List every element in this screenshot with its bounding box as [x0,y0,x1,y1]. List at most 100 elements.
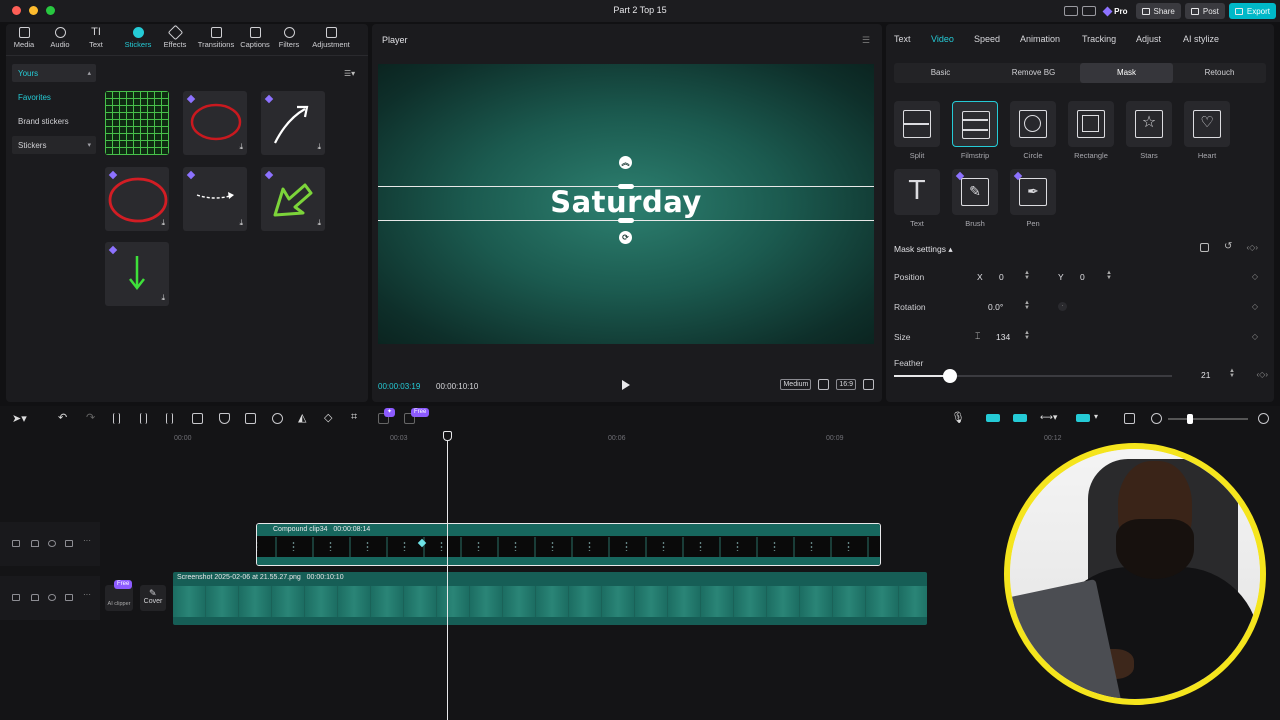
tab-video[interactable]: Video [931,34,954,44]
rotate-icon[interactable]: ◇ [324,411,332,424]
more-icon[interactable]: ··· [83,536,91,545]
post-button[interactable]: Post [1184,3,1225,19]
sticker-green-grid[interactable] [105,91,169,155]
cover-button[interactable]: ✎ Cover [140,585,166,611]
speaker-icon[interactable] [65,594,73,601]
size-value-input[interactable]: 134 [996,332,1010,342]
freeze-icon[interactable] [245,413,256,424]
reset-icon[interactable]: ↺ [1224,241,1232,252]
download-icon[interactable]: ⤓ [161,293,165,303]
size-keyframe-icon[interactable]: ◇ [1252,332,1258,341]
mask-settings-title[interactable]: Mask settings ▴ [894,244,953,255]
preview-canvas[interactable]: Saturday ︽ ⟳ [378,64,874,344]
linkage-icon[interactable] [1013,414,1027,422]
fit-timeline-icon[interactable] [1124,413,1135,424]
mask-pen[interactable]: ✒ Pen [1010,169,1056,228]
sticker-green-arrow[interactable]: ⤓ [261,167,325,231]
subtab-basic[interactable]: Basic [894,63,987,83]
mask-feather-handle-icon[interactable]: ︽ [619,156,632,169]
magnet-snap-icon[interactable] [986,414,1000,422]
download-icon[interactable]: ⤓ [161,218,165,228]
player-menu-icon[interactable]: ☰ [862,35,870,46]
lock-icon[interactable] [31,540,39,547]
sort-filter-icon[interactable]: ☰▾ [344,69,355,78]
tab-tracking[interactable]: Tracking [1082,34,1116,44]
tab-text[interactable]: TI Text [78,27,114,50]
split-left-icon[interactable] [140,413,147,424]
mask-split[interactable]: Split [894,101,940,160]
sticker-red-circle-2[interactable]: ⤓ [105,167,169,231]
ratio-button[interactable]: 16:9 [836,379,856,390]
tab-adjustment[interactable]: Adjustment [306,27,356,49]
track-mode-icon[interactable] [1076,414,1090,422]
sidebar-item-yours[interactable]: Yours ▴ [12,64,96,82]
tab-speed[interactable]: Speed [974,34,1000,44]
eye-icon[interactable] [48,540,56,547]
tab-text[interactable]: Text [894,34,911,44]
screenshot-clip[interactable]: Screenshot 2025-02-06 at 21.55.27.png 00… [173,572,927,625]
rotation-value-input[interactable]: 0.0° [988,302,1003,312]
tab-media[interactable]: Media [6,27,42,49]
speaker-icon[interactable] [65,540,73,547]
preview-axis-icon[interactable]: ⟷▾ [1040,412,1057,423]
zoom-slider[interactable] [1168,418,1248,420]
keyframe-icon[interactable]: ‹◇› [1247,243,1258,252]
sidebar-item-stickers[interactable]: Stickers ▾ [12,136,96,154]
feather-value-input[interactable]: 21 [1201,370,1210,380]
sticker-white-arrow[interactable]: ⤓ [261,91,325,155]
feather-slider[interactable] [894,369,1172,383]
microphone-icon[interactable]: 🎙 [951,411,965,424]
mask-filmstrip[interactable]: Filmstrip [952,101,998,160]
download-icon[interactable]: ⤓ [317,218,321,228]
reverse-icon[interactable] [272,413,283,424]
y-stepper-icon[interactable]: ▲ ▼ [1106,270,1113,281]
y-value-input[interactable]: 0 [1080,272,1085,282]
redo-icon[interactable]: ↷ [86,411,95,424]
zoom-in-icon[interactable] [1258,413,1269,424]
track-thumbnail-icon[interactable] [12,540,20,547]
more-icon[interactable]: ··· [83,590,91,599]
mask-circle[interactable]: Circle [1010,101,1056,160]
delete-icon[interactable] [192,413,203,424]
download-icon[interactable]: ⤓ [239,218,243,228]
x-value-input[interactable]: 0 [999,272,1004,282]
download-icon[interactable]: ⤓ [239,142,243,152]
playhead-handle[interactable] [443,431,452,441]
zoom-out-icon[interactable] [1151,413,1162,424]
feather-stepper-icon[interactable]: ▲ ▼ [1229,368,1236,379]
compound-clip[interactable]: Compound clip34 00:00:08:14 [256,523,881,566]
invert-mask-icon[interactable] [1200,243,1209,252]
share-button[interactable]: Share [1135,3,1181,19]
fullscreen-icon[interactable] [863,379,874,390]
mask-bottom-handle[interactable] [618,218,634,223]
size-stepper-icon[interactable]: ▲ ▼ [1024,330,1031,341]
sticker-red-circle[interactable]: ⤓ [183,91,247,155]
crop-icon[interactable]: ⌗ [351,411,357,424]
feather-keyframe-icon[interactable]: ‹◇› [1257,370,1268,379]
download-icon[interactable]: ⤓ [317,142,321,152]
sidebar-item-brand-stickers[interactable]: Brand stickers [12,112,96,130]
sticker-green-down-arrow[interactable]: ⤓ [105,242,169,306]
track-mode-chevron-icon[interactable]: ▾ [1094,412,1098,421]
x-stepper-icon[interactable]: ▲ ▼ [1024,270,1031,281]
layout-icon[interactable] [1064,6,1079,16]
timeline-ruler[interactable]: 00:00 00:03 00:06 00:09 00:12 [0,432,1280,446]
select-tool-icon[interactable]: ➤▾ [12,412,27,425]
play-icon[interactable] [622,380,630,390]
position-keyframe-icon[interactable]: ◇ [1252,272,1258,281]
undo-icon[interactable]: ↶ [58,411,67,424]
tab-adjust[interactable]: Adjust [1136,34,1161,44]
feather-slider-handle[interactable] [943,369,957,383]
mask-stars[interactable]: ☆ Stars [1126,101,1172,160]
subtab-retouch[interactable]: Retouch [1173,63,1266,83]
tab-audio[interactable]: Audio [42,27,78,49]
subtab-mask[interactable]: Mask [1080,63,1173,83]
pro-badge[interactable]: Pro [1100,6,1131,16]
track-thumbnail-icon[interactable] [12,594,20,601]
lock-icon[interactable] [31,594,39,601]
split-icon[interactable] [113,413,120,424]
sticker-dashed-arrow[interactable]: ⤓ [183,167,247,231]
subtab-remove-bg[interactable]: Remove BG [987,63,1080,83]
mask-heart[interactable]: ♡ Heart [1184,101,1230,160]
shield-icon[interactable] [219,413,230,424]
